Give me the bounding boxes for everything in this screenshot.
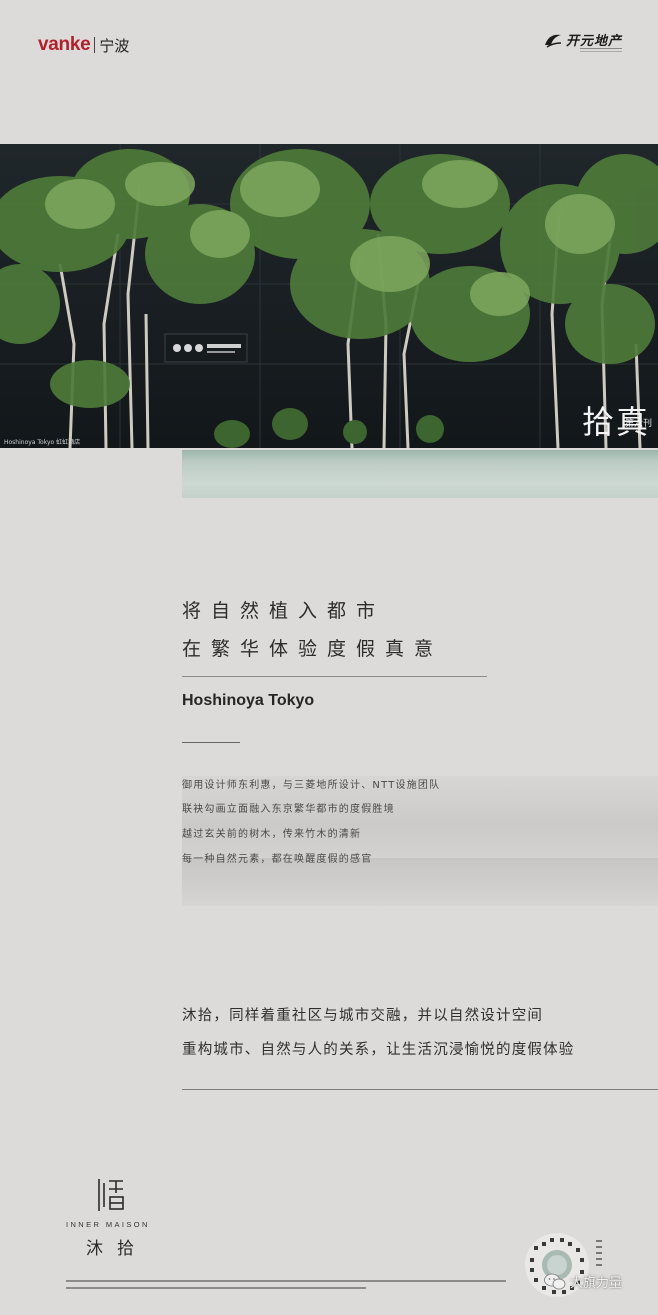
divider-bottom [182,1089,658,1090]
teal-accent-band [182,450,658,498]
description-line: 联袂勾画立面融入东京繁华都市的度假胜境 [182,804,395,815]
paragraph-line1: 沐拾，同样着重社区与城市交融，并以自然设计空间 [182,1008,544,1024]
paragraph-line2: 重构城市、自然与人的关系，让生活沉浸愉悦的度假体验 [182,1042,575,1058]
inner-maison-logo-icon [98,1179,124,1211]
partner-emblem-icon [544,34,561,48]
partner-subline [580,48,622,52]
watermark-text: 大旗力量 [570,1276,623,1291]
description-line: 越过玄关前的树木，传来竹木的清新 [182,829,362,840]
headline-line1: 将自然植入都市 [182,600,386,622]
legal-disclaimer-fine-print [66,1280,506,1289]
brand-city: 宁波 [99,36,130,55]
logo-english-name: INNER MAISON [66,1220,150,1229]
description-line: 御用设计师东利惠，与三菱地所设计、NTT设施团队 [182,780,441,791]
brand-divider [94,37,96,53]
grey-accent-band-lower [182,858,658,906]
brand-name: vanke [38,34,91,55]
headline-line2: 在繁华体验度假真意 [182,638,444,660]
hero-photo: Hoshinoya Tokyo 虹虹酒店 第六刊 [0,144,658,448]
vanke-logo: vanke 宁波 [38,34,129,56]
english-title: Hoshinoya Tokyo [182,692,315,709]
partner-logo: 开元地产 [543,30,622,49]
forest-facade-illustration [0,144,658,448]
photo-caption: Hoshinoya Tokyo 虹虹酒店 [4,439,81,446]
watermark: 大旗力量 [544,1272,622,1291]
divider-short [182,742,240,743]
description-line: 每一种自然元素，都在唤醒度假的感官 [182,854,373,865]
issue-title: 拾真 [581,403,650,441]
poster: vanke 宁波 开元地产 Hoshinoya Tokyo 虹虹酒店 第六刊 拾… [0,0,658,1315]
wechat-icon [544,1273,566,1289]
logo-chinese-name: 沐拾 [86,1239,148,1259]
divider-long [182,676,487,677]
qr-side-text [596,1240,604,1270]
partner-name: 开元地产 [565,34,622,49]
